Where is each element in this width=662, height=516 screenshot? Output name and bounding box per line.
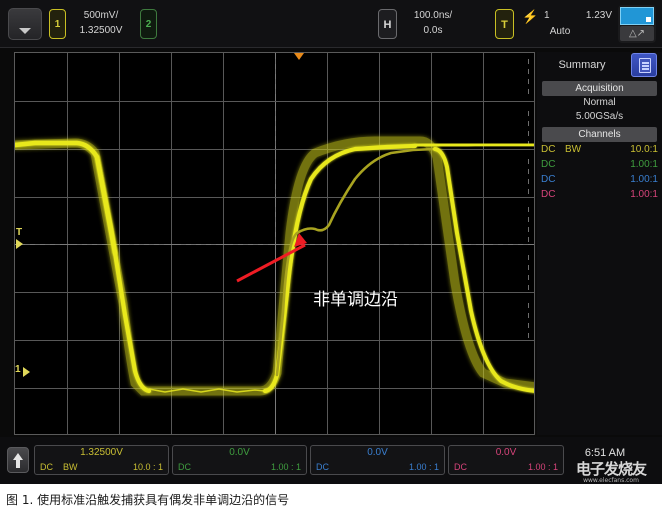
channel-probe-ratio: 1.00:1 [630,189,658,200]
watermark: 电子发烧友 www.elecfans.com [562,461,660,485]
status-channel-coupling: DC [178,462,191,472]
oscilloscope-screen: 1 500mV/ 1.32500V 2 H 100.0ns/ 0.0s T ⚡ … [0,0,662,484]
annotation-arrow-icon [236,233,307,283]
channel-coupling: DC [541,144,556,155]
horizontal-delay: 0.0s [423,25,443,36]
trace-falling-edge-1 [94,154,152,394]
channel-probe-ratio: 1.00:1 [630,174,658,185]
display-screen-icon [620,7,654,25]
channel-probe-ratio: 10.0:1 [630,144,658,155]
channel-bandwidth: BW [565,144,582,155]
channel-coupling: DC [541,174,556,185]
status-channel-1[interactable]: 1.32500V DC BW 10.0 : 1 [34,445,169,475]
horizontal-button[interactable]: H [378,9,397,39]
status-channel-bandwidth: BW [63,462,78,472]
chevron-down-icon [19,28,31,34]
horizontal-label: H [383,19,392,31]
status-channel-4[interactable]: 0.0V DC 1.00 : 1 [448,445,564,475]
channel-coupling: DC [541,189,556,200]
status-channel-ratio: 1.00 : 1 [527,462,558,472]
horizontal-scale: 100.0ns/ [413,10,453,21]
status-channel-ratio: 10.0 : 1 [132,462,163,472]
status-channel-voltage: 0.0V [367,447,388,458]
acquisition-mode: Normal [583,97,616,108]
top-toolbar: 1 500mV/ 1.32500V 2 H 100.0ns/ 0.0s T ⚡ … [0,0,662,48]
status-channel-voltage: 1.32500V [80,447,123,458]
status-channel-voltage: 0.0V [495,447,517,458]
figure-caption: 图 1. 使用标准沿触发捕获具有偶发非单调边沿的信号 [0,484,662,516]
summary-channel-row: DC 1.00:1 [537,172,662,187]
trigger-level: 1.23V [585,10,612,21]
summary-channel-row: DC 1.00:1 [537,157,662,172]
channel-1-button[interactable]: 1 [49,9,66,39]
trigger-mode: Auto [549,26,571,37]
menu-button[interactable] [8,8,42,40]
side-panel-header: Summary [537,52,662,78]
status-channel-coupling: DC [40,462,53,472]
horizontal-settings[interactable]: 100.0ns/ 0.0s [398,8,468,38]
trace-high-right [412,141,534,149]
trigger-button[interactable]: T [495,9,514,39]
status-channel-coupling: DC [316,462,329,472]
acquisition-header: Acquisition [542,81,657,96]
arrow-up-stem [16,460,20,468]
status-channel-voltage: 0.0V [229,447,250,458]
waveform-trace [15,136,534,396]
summary-channel-row: DC 1.00:1 [537,187,662,202]
status-channel-2[interactable]: 0.0V DC 1.00 : 1 [172,445,307,475]
annotation-label: 非单调边沿 [313,290,398,310]
tab-summary[interactable]: Summary [541,54,623,76]
summary-side-panel: Summary Acquisition Normal 5.00GSa/s Cha… [537,52,662,435]
channel-1-label: 1 [54,19,61,30]
channel-1-settings[interactable]: 500mV/ 1.32500V [66,8,136,38]
status-channel-3[interactable]: 0.0V DC 1.00 : 1 [310,445,445,475]
channel-2-button[interactable]: 2 [140,9,157,39]
channel-2-label: 2 [145,19,152,30]
clock: 6:51 AM [584,447,626,459]
trigger-edge-icon: ⚡ [522,9,539,24]
document-icon [639,58,651,73]
expand-panel-button[interactable] [7,447,29,473]
display-mode-icon[interactable]: △↗ [618,5,656,43]
channel-probe-ratio: 1.00:1 [630,159,658,170]
display-waveform-icon: △↗ [620,26,654,41]
summary-channel-row: DC BW 10.0:1 [537,142,662,157]
summary-list-icon[interactable] [631,53,657,77]
status-channel-ratio: 1.00 : 1 [270,462,301,472]
channel-1-offset: 1.32500V [79,25,123,36]
bottom-status-bar: 1.32500V DC BW 10.0 : 1 0.0V DC 1.00 : 1… [0,437,662,484]
watermark-text: 电子发烧友 [575,460,647,478]
waveform-graticule[interactable]: T 1 非单调边沿 [14,52,535,435]
trigger-settings[interactable]: ⚡ 1 1.23V Auto [520,8,612,40]
status-channel-ratio: 1.00 : 1 [408,462,439,472]
arrow-up-icon [13,453,23,460]
channels-header: Channels [542,127,657,142]
channel-coupling: DC [541,159,556,170]
channel-1-scale: 500mV/ [83,10,119,21]
waveform-persistence [15,136,534,396]
status-channel-coupling: DC [454,462,467,472]
trigger-source: 1 [544,10,550,21]
trigger-label: T [501,19,508,31]
sample-rate: 5.00GSa/s [575,111,624,122]
